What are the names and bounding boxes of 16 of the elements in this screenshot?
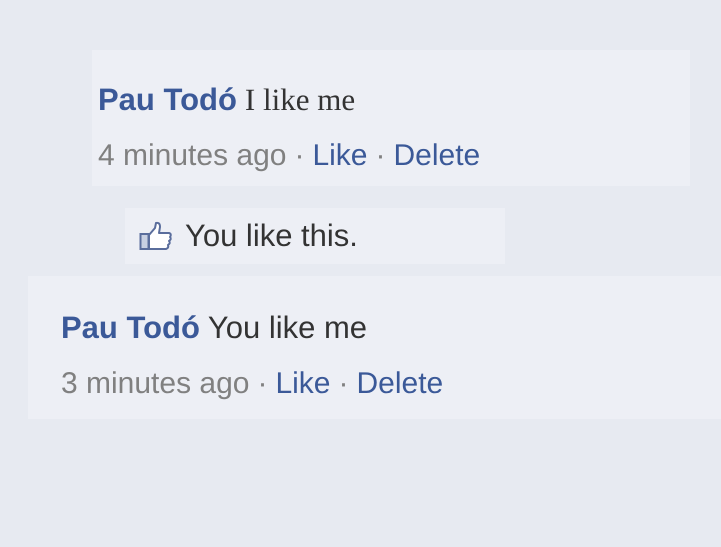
separator-dot: · xyxy=(376,139,386,172)
separator-dot: · xyxy=(338,367,348,400)
action-link[interactable]: Delete xyxy=(356,367,444,400)
action-link[interactable]: Like xyxy=(275,367,330,400)
comment-text: I like me xyxy=(244,82,356,117)
timestamp: 4 minutes ago xyxy=(98,139,286,172)
separator-dot: · xyxy=(294,139,304,172)
action-link[interactable]: Delete xyxy=(394,139,480,172)
separator-dot: · xyxy=(257,367,268,400)
thumbs-up-icon xyxy=(139,221,173,251)
author-link[interactable]: Pau Todó xyxy=(61,310,200,345)
action-link[interactable]: Like xyxy=(312,139,368,172)
likes-text: You like this. xyxy=(185,218,358,254)
comment-text: You like me xyxy=(208,310,368,345)
timestamp: 3 minutes ago xyxy=(61,367,250,400)
author-link[interactable]: Pau Todó xyxy=(98,82,237,117)
